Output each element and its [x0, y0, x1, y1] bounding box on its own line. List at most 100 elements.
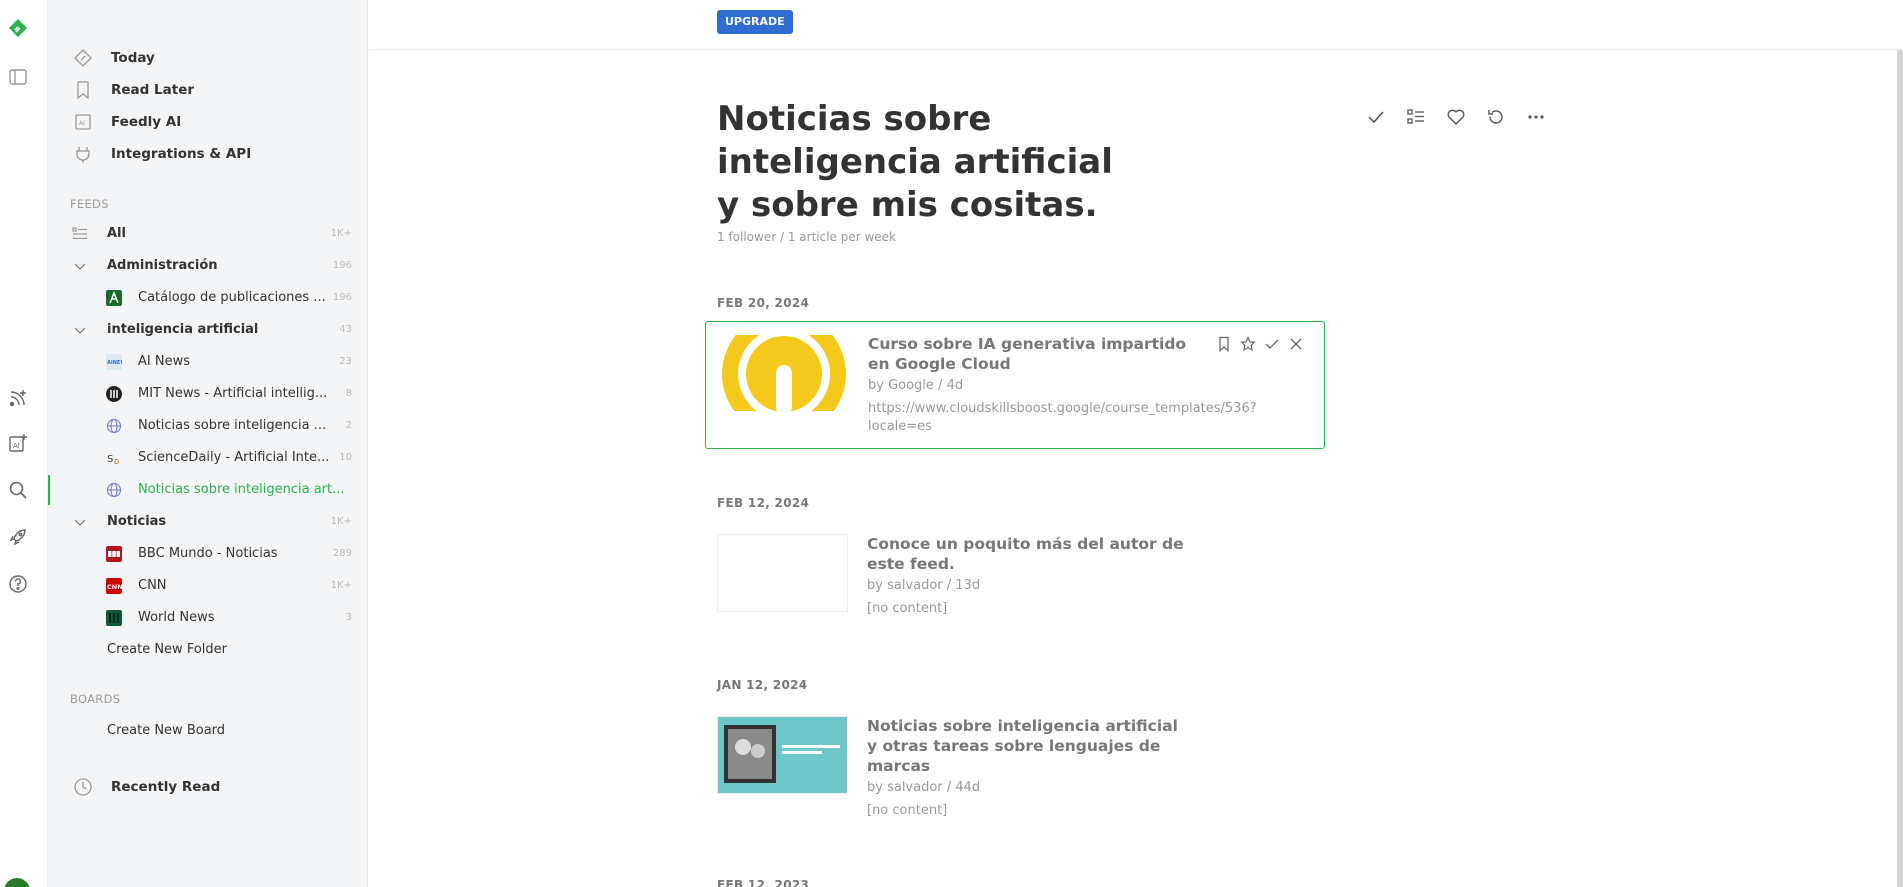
article-meta: by salvador / 44d — [867, 780, 981, 795]
nav-today[interactable]: Today — [48, 43, 368, 73]
unread-count: 196 — [332, 292, 352, 303]
create-board-link[interactable]: Create New Board — [48, 716, 368, 746]
create-board-label: Create New Board — [107, 723, 226, 738]
article-entry[interactable]: Conoce un poquito más del autor de este … — [717, 534, 1337, 634]
close-icon[interactable] — [1288, 336, 1304, 356]
article-snippet: [no content] — [867, 601, 948, 616]
sidebar-toggle-icon[interactable] — [0, 62, 35, 92]
article-meta: by Google / 4d — [868, 378, 964, 393]
cnn-favicon-icon: CNN — [106, 578, 123, 594]
chevron-down-icon[interactable] — [72, 258, 88, 274]
unread-count: 3 — [345, 612, 352, 623]
nav-read-later[interactable]: Read Later — [48, 75, 368, 105]
feedly-logo-icon[interactable] — [0, 13, 35, 43]
mark-read-icon[interactable] — [1264, 336, 1280, 356]
date-heading: FEB 12, 2023 — [717, 878, 810, 887]
feed-sciencedaily[interactable]: SD ScienceDaily - Artificial Inte... 10 — [48, 443, 368, 473]
feed-label: CNN — [138, 578, 167, 593]
feed-label: All — [107, 226, 126, 241]
avatar[interactable] — [4, 878, 30, 887]
feed-label: MIT News - Artificial intellig... — [138, 386, 328, 401]
ai-icon: AI — [72, 111, 94, 133]
search-icon[interactable] — [0, 475, 35, 505]
article-thumbnail — [717, 716, 848, 794]
scrollbar[interactable] — [1897, 50, 1903, 887]
feed-mit-news[interactable]: MIT News - Artificial intellig... 8 — [48, 379, 368, 409]
folder-label: Administración — [107, 258, 218, 273]
feed-label: Catálogo de publicaciones ... — [138, 290, 326, 305]
feed-label: Noticias sobre inteligencia ... — [138, 418, 327, 433]
folder-label: inteligencia artificial — [107, 322, 259, 337]
article-entry[interactable]: Curso sobre IA generativa impartido en G… — [705, 321, 1325, 449]
unread-count: 10 — [339, 452, 352, 463]
unread-count: 1K+ — [330, 228, 352, 239]
create-folder-label: Create New Folder — [107, 642, 227, 657]
mark-read-icon[interactable] — [1363, 104, 1389, 130]
catalogo-favicon-icon — [106, 290, 122, 306]
article-snippet: https://www.cloudskillsboost.google/cour… — [868, 401, 1257, 434]
list-view-icon[interactable] — [1403, 104, 1429, 130]
today-icon — [72, 47, 94, 69]
upgrade-button[interactable]: UPGRADE — [717, 10, 793, 34]
page-title: Noticias sobre inteligencia artificial y… — [717, 99, 1113, 225]
feed-label: AI News — [138, 354, 190, 369]
article-title[interactable]: Noticias sobre inteligencia artificial y… — [867, 716, 1187, 776]
star-icon[interactable] — [1239, 336, 1257, 356]
folder-noticias[interactable]: Noticias 1K+ — [48, 507, 368, 537]
nav-label: Today — [111, 50, 155, 66]
refresh-icon[interactable] — [1483, 104, 1509, 130]
nav-feedly-ai[interactable]: AI Feedly AI — [48, 107, 368, 137]
add-ai-feed-icon[interactable]: AI — [0, 428, 35, 458]
clock-icon — [72, 776, 94, 798]
chevron-down-icon[interactable] — [72, 322, 88, 338]
feeds-section-label: FEEDS — [70, 197, 109, 211]
nav-label: Feedly AI — [111, 114, 182, 130]
nav-recently-read[interactable]: Recently Read — [48, 772, 368, 802]
feed-cnn[interactable]: CNN CNN 1K+ — [48, 571, 368, 601]
add-feed-icon[interactable] — [0, 383, 35, 413]
create-folder-link[interactable]: Create New Folder — [48, 635, 368, 665]
feed-ai-news[interactable]: AINEWS AI News 23 — [48, 347, 368, 377]
top-bar: UPGRADE — [369, 0, 1903, 50]
icon-rail: AI — [0, 0, 48, 887]
sidebar: Today Read Later AI Feedly AI Integratio… — [48, 0, 368, 887]
feed-bbc-mundo[interactable]: BBC Mundo - Noticias 289 — [48, 539, 368, 569]
nav-integrations[interactable]: Integrations & API — [48, 139, 368, 169]
chevron-down-icon[interactable] — [72, 514, 88, 530]
svg-text:AI: AI — [13, 442, 20, 450]
nav-label: Integrations & API — [111, 146, 252, 162]
globe-icon — [106, 418, 122, 434]
article-title[interactable]: Conoce un poquito más del autor de este … — [867, 534, 1187, 574]
entry-tools — [1216, 336, 1304, 356]
article-title[interactable]: Curso sobre IA generativa impartido en G… — [868, 334, 1188, 374]
mit-favicon-icon — [106, 386, 122, 402]
nav-label: Read Later — [111, 82, 195, 98]
help-icon[interactable] — [0, 569, 35, 599]
feed-world-news[interactable]: World News 3 — [48, 603, 368, 633]
folder-administracion[interactable]: Administración 196 — [48, 251, 368, 281]
feed-catalogo[interactable]: Catálogo de publicaciones ... 196 — [48, 283, 368, 313]
plug-icon — [72, 143, 94, 165]
nav-label: Recently Read — [111, 779, 221, 795]
feed-actions — [1363, 104, 1549, 130]
follow-heart-icon[interactable] — [1443, 104, 1469, 130]
feed-all[interactable]: All 1K+ — [48, 219, 368, 249]
rocket-icon[interactable] — [0, 522, 35, 552]
svg-text:CNN: CNN — [107, 583, 122, 591]
unread-count: 289 — [332, 548, 352, 559]
feed-label: World News — [138, 610, 215, 625]
feed-noticias-ia-active[interactable]: Noticias sobre inteligencia art... — [48, 475, 368, 505]
date-heading: FEB 12, 2024 — [717, 496, 810, 510]
svg-text:S: S — [107, 454, 113, 465]
date-heading: FEB 20, 2024 — [717, 296, 810, 310]
bookmark-icon — [72, 79, 94, 101]
feed-noticias-ia-1[interactable]: Noticias sobre inteligencia ... 2 — [48, 411, 368, 441]
more-icon[interactable] — [1523, 104, 1549, 130]
folder-label: Noticias — [107, 514, 167, 529]
sciencedaily-favicon-icon: SD — [106, 450, 122, 466]
article-snippet: [no content] — [867, 803, 948, 818]
unread-count: 196 — [332, 260, 352, 271]
folder-inteligencia-artificial[interactable]: inteligencia artificial 43 — [48, 315, 368, 345]
article-entry[interactable]: Noticias sobre inteligencia artificial y… — [717, 716, 1337, 826]
bookmark-icon[interactable] — [1216, 336, 1232, 356]
